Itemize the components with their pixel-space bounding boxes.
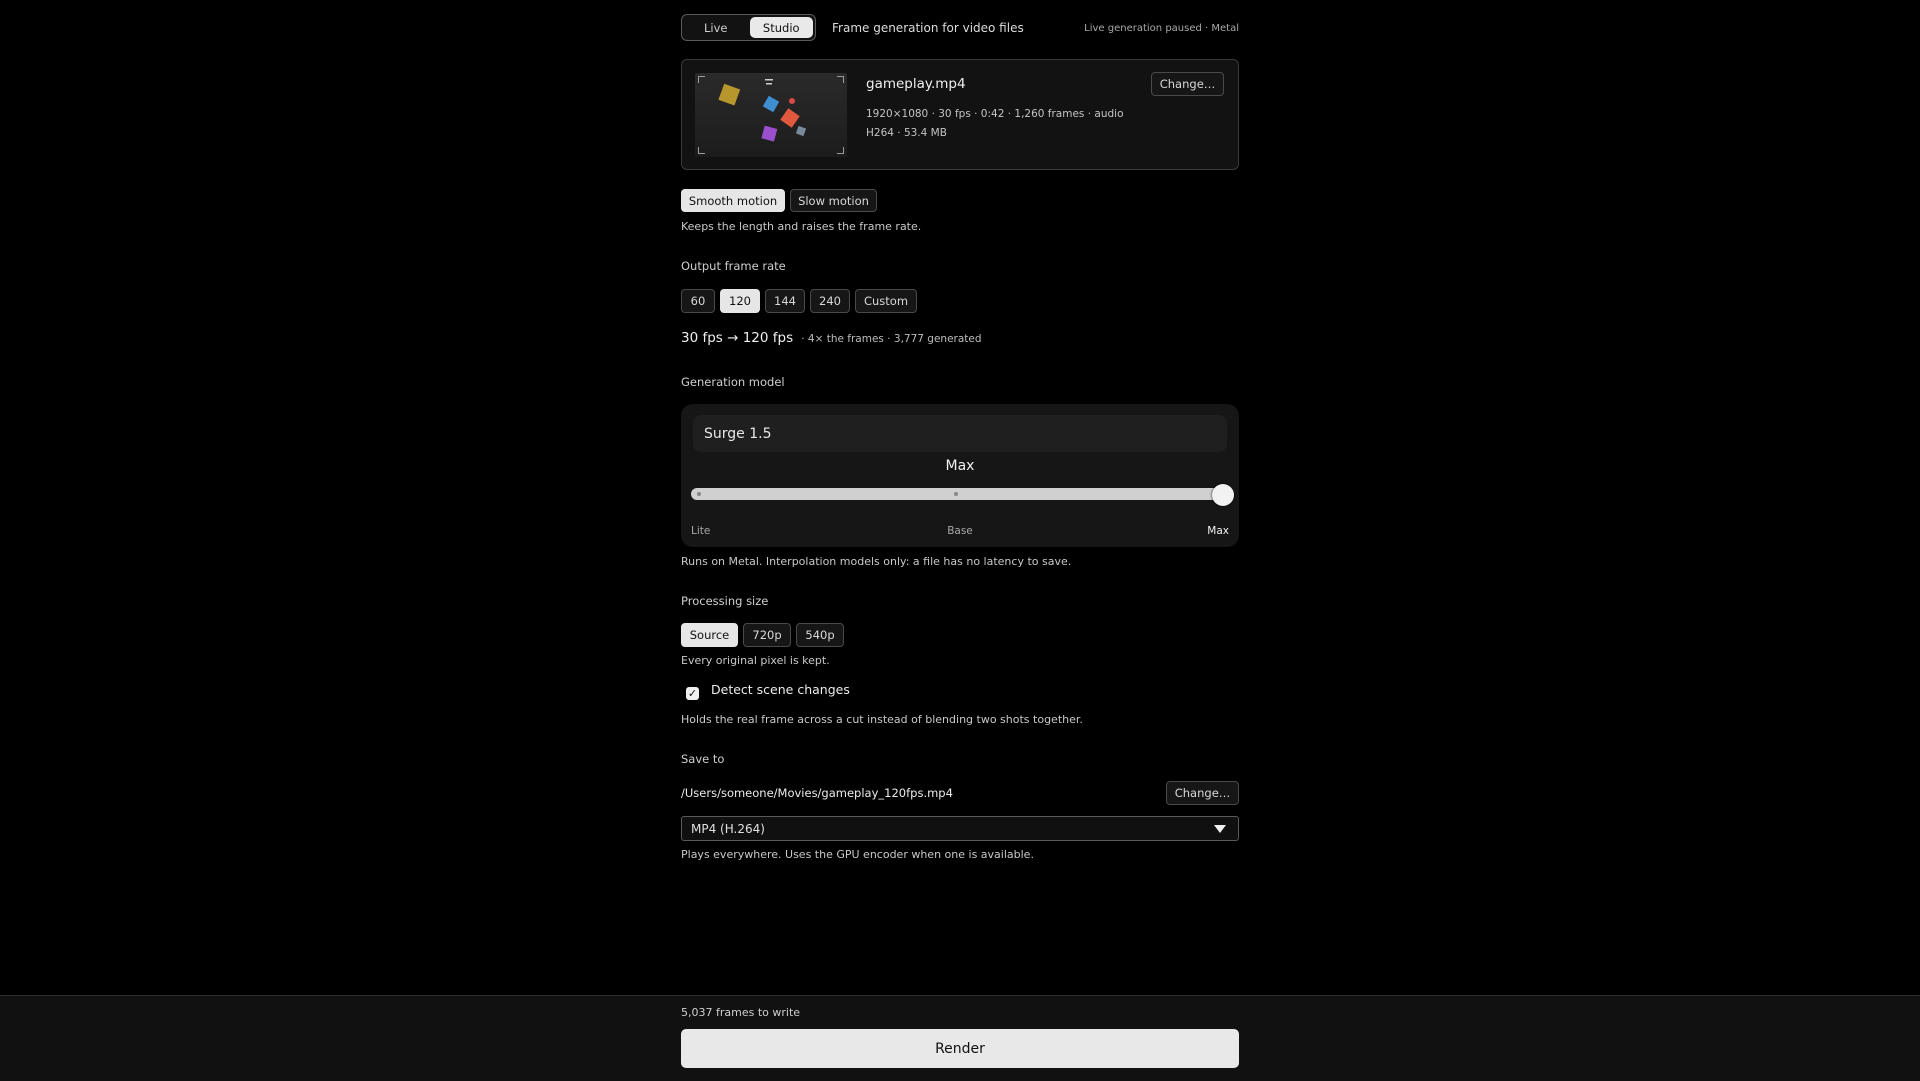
fps-detail: · 4× the frames · 3,777 generated [801, 333, 982, 345]
quality-value: Max [945, 458, 975, 474]
change-file-button[interactable]: Change… [1151, 72, 1224, 96]
check-icon: ✓ [687, 687, 698, 700]
output-path: /Users/someone/Movies/gameplay_120fps.mp… [681, 786, 953, 800]
tab-studio[interactable]: Studio [749, 17, 813, 38]
motion-mode-group: Smooth motion Slow motion [681, 189, 877, 212]
fps-240-button[interactable]: 240 [810, 289, 850, 313]
frame-rate-group: 60 120 144 240 Custom [681, 289, 917, 313]
quality-slider-handle[interactable] [1212, 484, 1234, 506]
stop-label-max: Max [1207, 525, 1229, 537]
file-card: gameplay.mp4 1920×1080 · 30 fps · 0:42 ·… [681, 59, 1239, 170]
frame-rate-summary: 30 fps → 120 fps · 4× the frames · 3,777… [681, 327, 982, 346]
scene-detect-label: Detect scene changes [711, 682, 850, 697]
file-name: gameplay.mp4 [866, 76, 966, 92]
stop-label-lite: Lite [691, 525, 711, 537]
mode-toggle: Live Studio [681, 14, 816, 41]
change-output-button[interactable]: Change… [1166, 781, 1239, 805]
scene-detect-hint: Holds the real frame across a cut instea… [681, 713, 1083, 726]
format-hint: Plays everywhere. Uses the GPU encoder w… [681, 848, 1034, 861]
fps-conversion: 30 fps → 120 fps [681, 330, 794, 346]
size-source-button[interactable]: Source [681, 623, 738, 647]
motion-hint: Keeps the length and raises the frame ra… [681, 220, 922, 233]
slider-stop-lite [697, 492, 701, 496]
file-codec: H264 · 53.4 MB [866, 127, 947, 139]
file-meta: 1920×1080 · 30 fps · 0:42 · 1,260 frames… [866, 108, 1124, 120]
size-540p-button[interactable]: 540p [796, 623, 844, 647]
processing-hint: Every original pixel is kept. [681, 654, 830, 667]
thumbnail-scene [718, 79, 807, 142]
fps-custom-button[interactable]: Custom [855, 289, 917, 313]
quality-slider-track[interactable] [691, 488, 1221, 500]
save-label: Save to [681, 752, 725, 766]
mode-description: Frame generation for video files [832, 21, 1024, 35]
video-thumbnail [695, 73, 847, 157]
size-720p-button[interactable]: 720p [743, 623, 791, 647]
frame-rate-label: Output frame rate [681, 259, 786, 273]
tab-live[interactable]: Live [684, 17, 748, 38]
smooth-motion-button[interactable]: Smooth motion [681, 189, 785, 212]
frames-to-write: 5,037 frames to write [681, 1006, 801, 1019]
fps-120-button[interactable]: 120 [720, 289, 760, 313]
fps-60-button[interactable]: 60 [681, 289, 715, 313]
stop-label-base: Base [947, 525, 973, 537]
format-select[interactable]: MP4 (H.264) [681, 816, 1239, 841]
processing-size-group: Source 720p 540p [681, 623, 844, 647]
chevron-down-icon [1214, 825, 1226, 833]
model-card: Surge 1.5 Max Lite Base Max [681, 404, 1239, 547]
slider-stop-base [954, 492, 958, 496]
slow-motion-button[interactable]: Slow motion [790, 189, 877, 212]
processing-label: Processing size [681, 594, 769, 608]
model-hint: Runs on Metal. Interpolation models only… [681, 555, 1072, 568]
render-button[interactable]: Render [681, 1029, 1239, 1068]
model-label: Generation model [681, 375, 785, 389]
fps-144-button[interactable]: 144 [765, 289, 805, 313]
model-name[interactable]: Surge 1.5 [693, 415, 1227, 452]
format-value: MP4 (H.264) [691, 821, 765, 836]
scene-detect-checkbox[interactable]: ✓ [686, 687, 699, 700]
status-text: Live generation paused · Metal [1084, 23, 1239, 34]
